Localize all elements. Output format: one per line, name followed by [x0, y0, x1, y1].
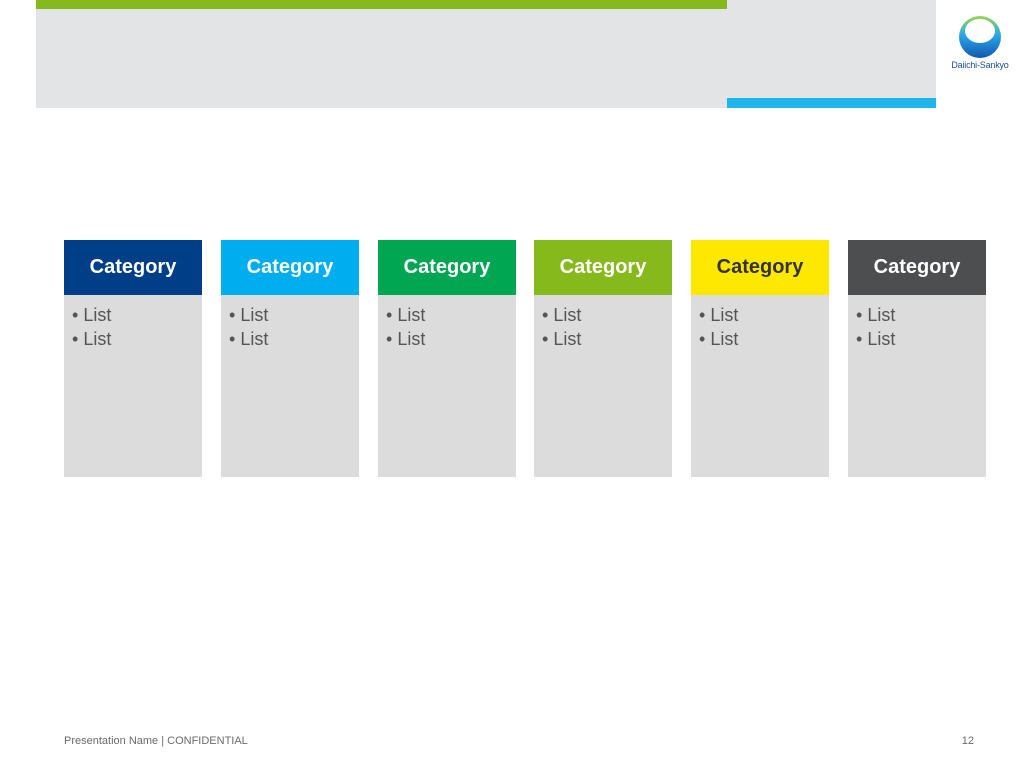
footer-presentation-name: Presentation Name | CONFIDENTIAL	[64, 735, 248, 747]
list-item-text: List	[553, 305, 582, 325]
list-item-text: List	[553, 329, 582, 349]
category-card: Category • List • List	[64, 240, 202, 477]
list-item-text: List	[83, 305, 112, 325]
bullet-icon: •	[856, 305, 868, 325]
list-item: • List	[699, 303, 829, 327]
list-item: • List	[699, 327, 829, 351]
category-header: Category	[221, 240, 359, 295]
list-item: • List	[542, 303, 672, 327]
list-item: • List	[386, 303, 516, 327]
bullet-icon: •	[229, 329, 241, 349]
category-list: • List • List	[691, 295, 829, 351]
logo-text: Daiichi-Sankyo	[951, 60, 1009, 70]
list-item-text: List	[710, 305, 739, 325]
list-item: • List	[856, 303, 986, 327]
list-item: • List	[229, 303, 359, 327]
company-logo: Daiichi-Sankyo	[944, 10, 1016, 76]
bullet-icon: •	[386, 305, 398, 325]
category-header: Category	[64, 240, 202, 295]
list-item-text: List	[867, 329, 896, 349]
list-item: • List	[229, 327, 359, 351]
bullet-icon: •	[699, 329, 711, 349]
list-item-text: List	[397, 329, 426, 349]
bullet-icon: •	[229, 305, 241, 325]
category-list: • List • List	[848, 295, 986, 351]
green-accent-rule	[36, 0, 727, 9]
category-card: Category • List • List	[221, 240, 359, 477]
category-card: Category • List • List	[691, 240, 829, 477]
bullet-icon: •	[386, 329, 398, 349]
list-item-text: List	[240, 305, 269, 325]
category-list: • List • List	[534, 295, 672, 351]
category-header: Category	[691, 240, 829, 295]
category-card: Category • List • List	[534, 240, 672, 477]
category-list: • List • List	[221, 295, 359, 351]
category-list: • List • List	[64, 295, 202, 351]
category-list: • List • List	[378, 295, 516, 351]
title-band	[36, 0, 936, 108]
category-cards: Category • List • List Category • List • List…	[64, 240, 986, 477]
list-item-text: List	[83, 329, 112, 349]
list-item-text: List	[867, 305, 896, 325]
bullet-icon: •	[72, 305, 84, 325]
category-card: Category • List • List	[848, 240, 986, 477]
list-item-text: List	[397, 305, 426, 325]
bullet-icon: •	[856, 329, 868, 349]
list-item: • List	[542, 327, 672, 351]
logo-globe-icon	[959, 16, 1001, 58]
list-item: • List	[386, 327, 516, 351]
list-item: • List	[72, 303, 202, 327]
bullet-icon: •	[699, 305, 711, 325]
category-header: Category	[848, 240, 986, 295]
category-header: Category	[378, 240, 516, 295]
bullet-icon: •	[542, 329, 554, 349]
list-item-text: List	[240, 329, 269, 349]
blue-accent-rule	[727, 98, 936, 108]
list-item: • List	[856, 327, 986, 351]
category-header: Category	[534, 240, 672, 295]
bullet-icon: •	[72, 329, 84, 349]
bullet-icon: •	[542, 305, 554, 325]
list-item: • List	[72, 327, 202, 351]
page-number: 12	[961, 735, 974, 747]
category-card: Category • List • List	[378, 240, 516, 477]
list-item-text: List	[710, 329, 739, 349]
